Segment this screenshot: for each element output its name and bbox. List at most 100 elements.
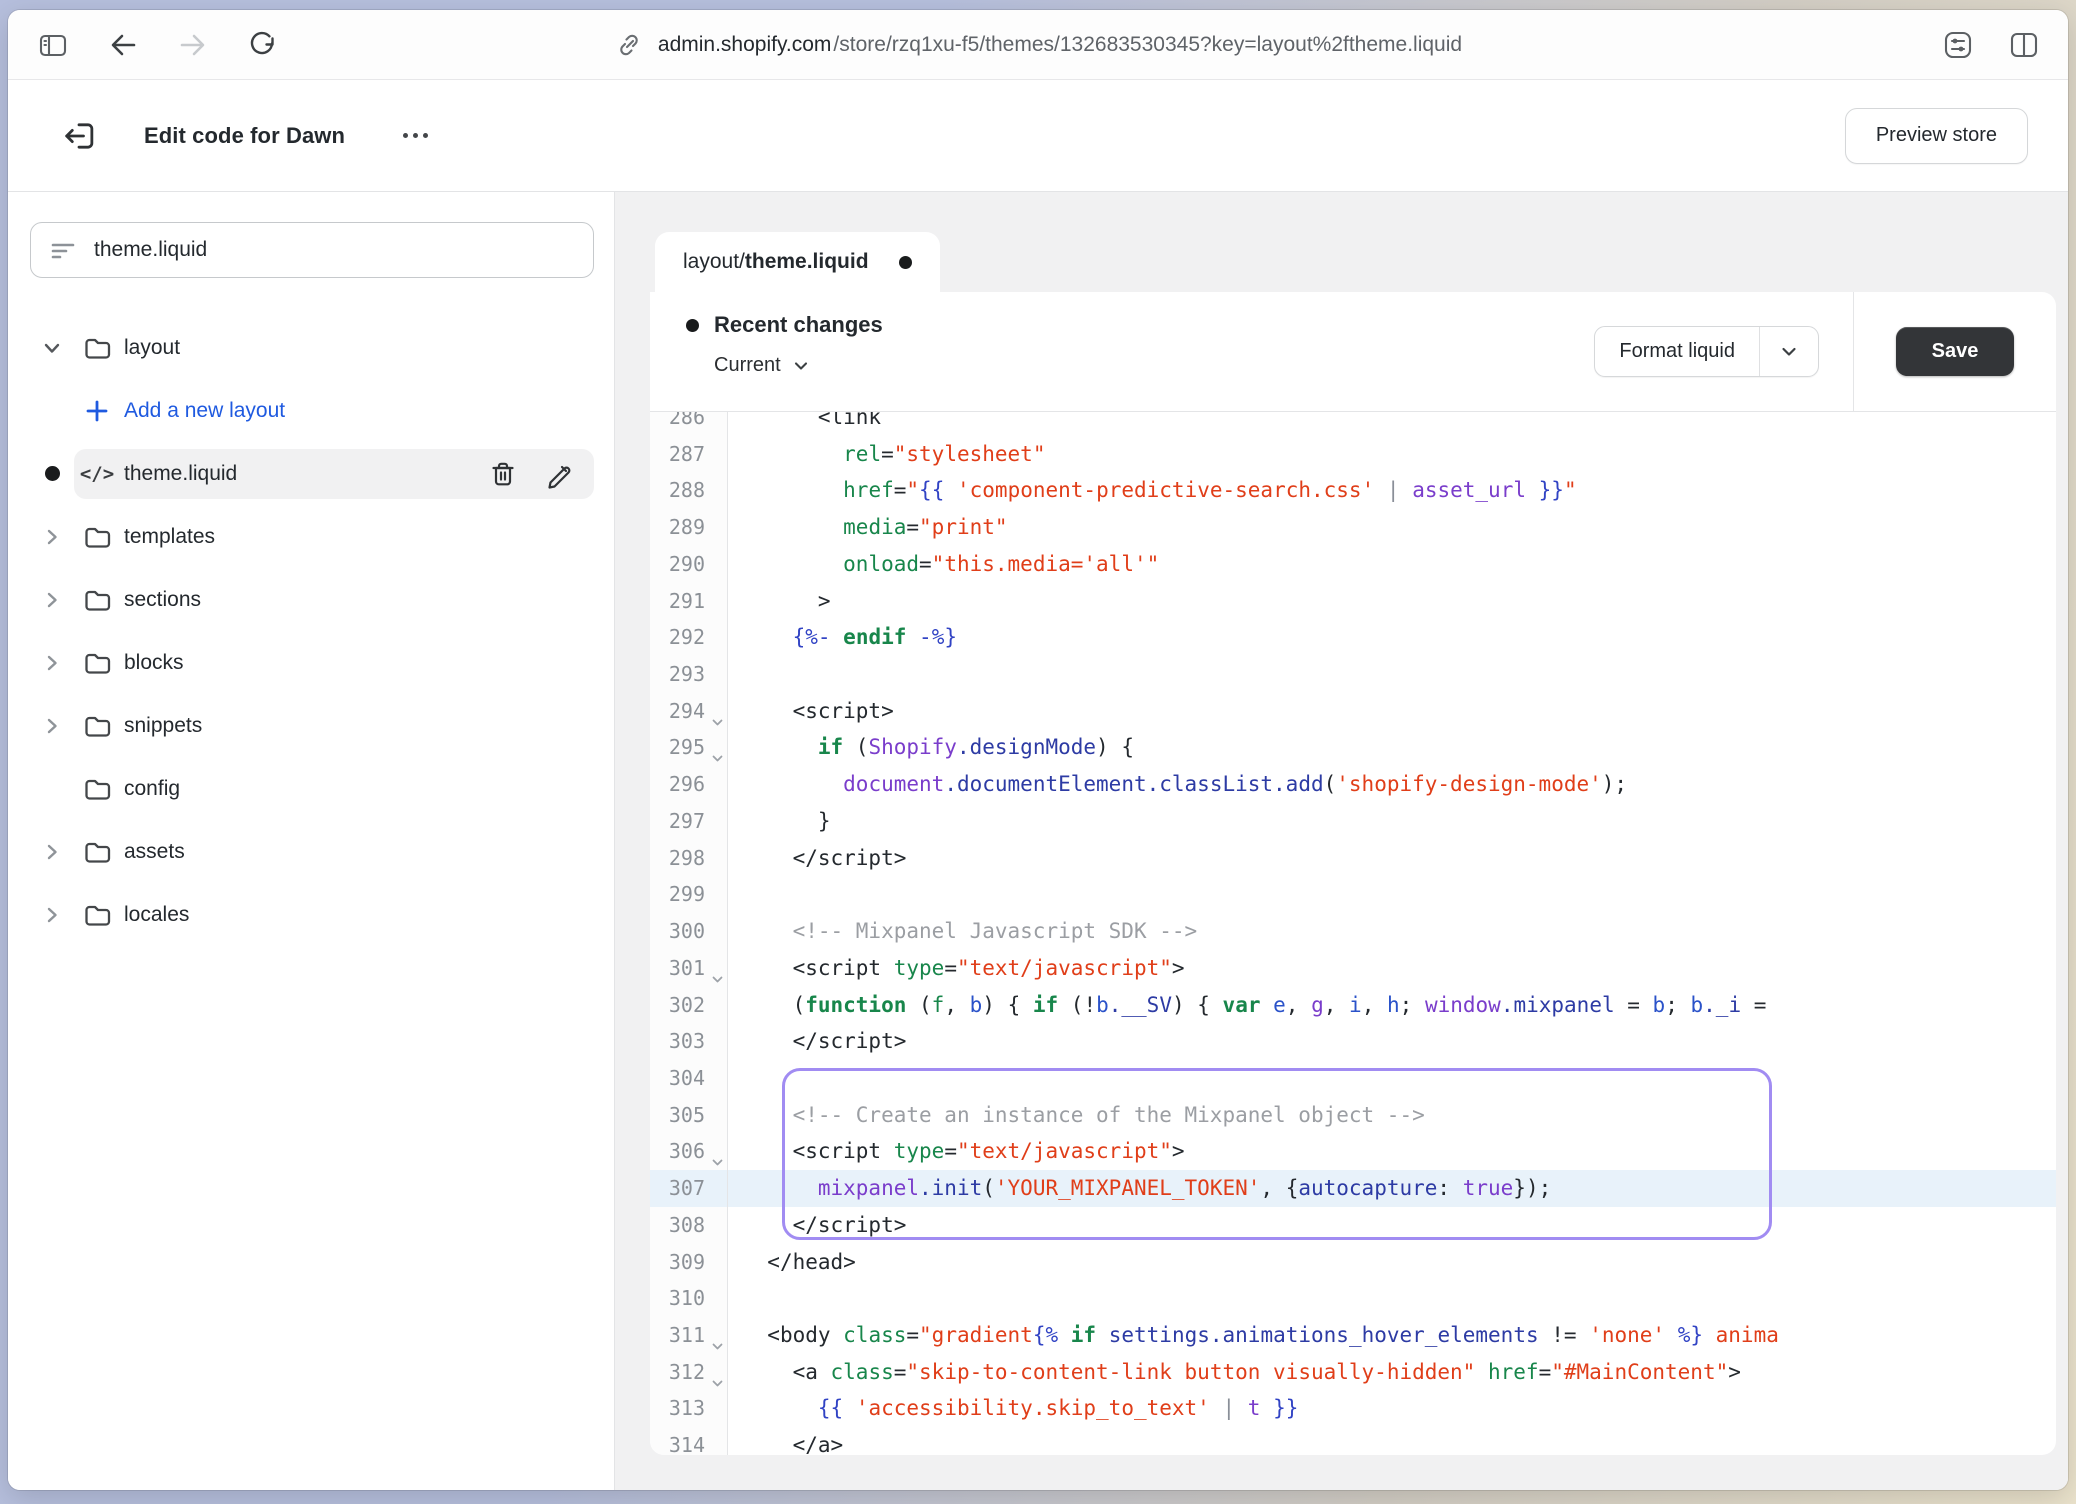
pencil-icon[interactable] [544,459,574,489]
code-line[interactable]: 298 </script> [650,840,2056,877]
code-line[interactable]: 288 href="{{ 'component-predictive-searc… [650,472,2056,509]
add-new-layout-link[interactable]: Add a new layout [30,379,594,442]
code-line-text[interactable]: mixpanel.init('YOUR_MIXPANEL_TOKEN', {au… [728,1170,2056,1207]
code-line-text[interactable]: rel="stylesheet" [728,436,2056,473]
code-line-text[interactable] [728,656,2056,693]
sidebar-toggle-icon[interactable] [36,28,70,62]
code-line-text[interactable]: <script type="text/javascript"> [728,1133,2056,1170]
code-line-text[interactable]: </script> [728,1023,2056,1060]
code-line[interactable]: 307 mixpanel.init('YOUR_MIXPANEL_TOKEN',… [650,1170,2056,1207]
code-line[interactable]: 310 [650,1280,2056,1317]
code-line[interactable]: 287 rel="stylesheet" [650,436,2056,473]
code-line-text[interactable]: </script> [728,1207,2056,1244]
code-line-text[interactable]: document.documentElement.classList.add('… [728,766,2056,803]
tree-folder-assets[interactable]: assets [30,820,594,883]
back-arrow-icon[interactable] [106,28,140,62]
tree-folder-layout[interactable]: layout [30,316,594,379]
code-line[interactable]: 300 <!-- Mixpanel Javascript SDK --> [650,913,2056,950]
code-line[interactable]: 294 <script> [650,693,2056,730]
code-line-text[interactable] [728,876,2056,913]
code-line[interactable]: 304 [650,1060,2056,1097]
file-search[interactable] [30,222,594,278]
code-line-text[interactable]: <body class="gradient{% if settings.anim… [728,1317,2056,1354]
tree-folder-blocks[interactable]: blocks [30,631,594,694]
line-number: 295 [650,729,728,766]
tab-settings-icon[interactable] [1940,27,1976,63]
tree-folder-config[interactable]: config [30,757,594,820]
code-line-text[interactable] [728,1280,2056,1317]
url-bar[interactable]: admin.shopify.com/store/rzq1xu-f5/themes… [8,30,2068,60]
code-line[interactable]: 299 [650,876,2056,913]
chevron-right-icon[interactable] [30,587,74,613]
reload-icon[interactable] [246,28,280,62]
tree-file-theme-liquid[interactable]: </> theme.liquid [30,442,594,505]
code-line[interactable]: 303 </script> [650,1023,2056,1060]
split-view-icon[interactable] [2006,27,2042,63]
code-line-text[interactable]: <!-- Mixpanel Javascript SDK --> [728,913,2056,950]
code-line-text[interactable] [728,1060,2056,1097]
code-line-text[interactable]: media="print" [728,509,2056,546]
chevron-right-icon[interactable] [30,839,74,865]
code-line-text[interactable]: <!-- Create an instance of the Mixpanel … [728,1097,2056,1134]
code-line-text[interactable]: href="{{ 'component-predictive-search.cs… [728,472,2056,509]
chevron-right-icon[interactable] [30,650,74,676]
code-line[interactable]: 297 } [650,803,2056,840]
version-dropdown[interactable]: Current [714,354,810,377]
format-options-chevron[interactable] [1759,327,1818,376]
trash-icon[interactable] [488,459,518,489]
chevron-down-icon [1779,342,1799,362]
code-line-text[interactable]: <link [728,412,2056,436]
code-line[interactable]: 289 media="print" [650,509,2056,546]
code-line-text[interactable]: </script> [728,840,2056,877]
tree-folder-templates[interactable]: templates [30,505,594,568]
tree-folder-snippets[interactable]: snippets [30,694,594,757]
chevron-right-icon[interactable] [30,713,74,739]
code-line[interactable]: 286 <link [650,412,2056,436]
code-line[interactable]: 305 <!-- Create an instance of the Mixpa… [650,1097,2056,1134]
line-number: 288 [650,472,728,509]
code-line-text[interactable]: <a class="skip-to-content-link button vi… [728,1354,2056,1391]
code-line[interactable]: 308 </script> [650,1207,2056,1244]
code-line-text[interactable]: if (Shopify.designMode) { [728,729,2056,766]
more-menu-icon[interactable] [397,127,434,144]
code-line[interactable]: 313 {{ 'accessibility.skip_to_text' | t … [650,1390,2056,1427]
chevron-right-icon[interactable] [30,524,74,550]
code-line[interactable]: 311 <body class="gradient{% if settings.… [650,1317,2056,1354]
changes-dot [686,319,699,332]
code-line[interactable]: 309 </head> [650,1244,2056,1281]
code-line-text[interactable]: {{ 'accessibility.skip_to_text' | t }} [728,1390,2056,1427]
code-line-text[interactable]: (function (f, b) { if (!b.__SV) { var e,… [728,987,2056,1024]
preview-store-button[interactable]: Preview store [1845,108,2028,164]
code-line-text[interactable]: } [728,803,2056,840]
code-line[interactable]: 312 <a class="skip-to-content-link butto… [650,1354,2056,1391]
line-number: 300 [650,913,728,950]
code-line-text[interactable]: <script> [728,693,2056,730]
tree-folder-sections[interactable]: sections [30,568,594,631]
code-line[interactable]: 314 </a> [650,1427,2056,1455]
code-line[interactable]: 290 onload="this.media='all'" [650,546,2056,583]
code-line-text[interactable]: </head> [728,1244,2056,1281]
code-line[interactable]: 301 <script type="text/javascript"> [650,950,2056,987]
code-line[interactable]: 306 <script type="text/javascript"> [650,1133,2056,1170]
code-line[interactable]: 295 if (Shopify.designMode) { [650,729,2056,766]
code-line[interactable]: 291 > [650,583,2056,620]
code-line[interactable]: 293 [650,656,2056,693]
search-input[interactable] [92,237,575,263]
code-line-text[interactable]: <script type="text/javascript"> [728,950,2056,987]
forward-arrow-icon[interactable] [176,28,210,62]
code-line[interactable]: 292 {%- endif -%} [650,619,2056,656]
code-line-text[interactable]: > [728,583,2056,620]
tree-folder-locales[interactable]: locales [30,883,594,946]
code-line-text[interactable]: </a> [728,1427,2056,1455]
code-line-text[interactable]: {%- endif -%} [728,619,2056,656]
code-line[interactable]: 296 document.documentElement.classList.a… [650,766,2056,803]
chevron-right-icon[interactable] [30,902,74,928]
chevron-down-icon[interactable] [30,335,74,361]
code-line[interactable]: 302 (function (f, b) { if (!b.__SV) { va… [650,987,2056,1024]
format-liquid-button[interactable]: Format liquid [1594,326,1819,377]
save-button[interactable]: Save [1896,327,2015,376]
code-editor[interactable]: 286 <link287 rel="stylesheet"288 href="{… [650,412,2056,1455]
tab-layout-theme-liquid[interactable]: layout/theme.liquid [655,232,940,292]
exit-editor-icon[interactable] [60,117,98,155]
code-line-text[interactable]: onload="this.media='all'" [728,546,2056,583]
